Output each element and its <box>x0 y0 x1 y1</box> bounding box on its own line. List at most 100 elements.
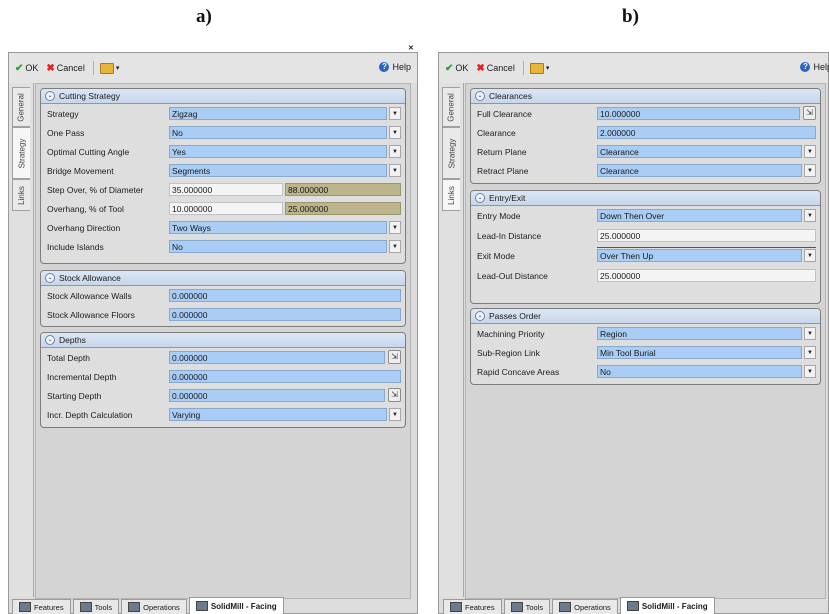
sub-region-link-select[interactable]: Min Tool Burial <box>597 346 802 359</box>
strategy-label: Strategy <box>47 109 79 119</box>
incr-depth-calc-select[interactable]: Varying <box>169 408 387 421</box>
ok-button[interactable]: ✔ OK <box>15 63 38 74</box>
tab-strategy[interactable]: Strategy <box>442 127 460 179</box>
include-islands-select[interactable]: No <box>169 240 387 253</box>
full-clearance-input[interactable]: 10.000000 <box>597 107 800 120</box>
incremental-depth-input[interactable]: 0.000000 <box>169 370 401 383</box>
chevron-down-icon[interactable]: ▼ <box>804 327 816 340</box>
full-clearance-label: Full Clearance <box>477 109 532 119</box>
incr-depth-calc-row: Incr. Depth Calculation Varying ▼ <box>41 405 405 424</box>
close-icon[interactable]: ✕ <box>408 44 414 52</box>
total-depth-input[interactable]: 0.000000 <box>169 351 385 364</box>
total-depth-row: Total Depth 0.000000 ⇲ <box>41 348 405 367</box>
folder-menu-button[interactable]: ▾ <box>99 62 119 74</box>
ok-button[interactable]: ✔ OK <box>445 63 468 74</box>
chevron-down-icon[interactable]: ▼ <box>389 145 401 158</box>
chevron-down-icon[interactable]: ▼ <box>804 346 816 359</box>
step-over-alt-input[interactable]: 88.000000 <box>285 183 401 196</box>
tab-solidmill-facing[interactable]: SolidMill - Facing <box>619 597 715 614</box>
group-header[interactable]: ⌄ Entry/Exit <box>471 191 820 206</box>
retract-plane-select[interactable]: Clearance <box>597 164 802 177</box>
group-header[interactable]: ⌄ Clearances <box>471 89 820 104</box>
bridge-movement-row: Bridge Movement Segments ▼ <box>41 161 405 180</box>
group-header[interactable]: ⌄ Stock Allowance <box>41 271 405 286</box>
chevron-down-icon[interactable]: ▼ <box>804 249 816 262</box>
overhang-direction-select[interactable]: Two Ways <box>169 221 387 234</box>
one-pass-select[interactable]: No <box>169 126 387 139</box>
exit-mode-row: Exit Mode Over Then Up ▼ <box>471 246 820 266</box>
chevron-down-icon[interactable]: ▼ <box>804 209 816 222</box>
folder-icon <box>529 62 544 74</box>
toolbar-separator <box>522 61 524 75</box>
cancel-button[interactable]: ✖ Cancel <box>476 63 514 74</box>
help-button[interactable]: ?Help <box>379 62 411 72</box>
panel-a: ✔ OK ✖ Cancel ▾ ? Help General Strategy Lin… <box>8 52 418 614</box>
return-plane-select[interactable]: Clearance <box>597 145 802 158</box>
chevron-down-icon[interactable]: ▼ <box>804 365 816 378</box>
chevron-down-icon[interactable]: ▼ <box>804 145 816 158</box>
machining-priority-label: Machining Priority <box>477 329 545 339</box>
tab-solidmill-facing[interactable]: SolidMill - Facing <box>188 597 284 614</box>
pick-icon[interactable]: ⇲ <box>803 106 816 120</box>
lead-out-input[interactable]: 25.000000 <box>597 269 816 282</box>
optimal-angle-select[interactable]: Yes <box>169 145 387 158</box>
cancel-button[interactable]: ✖ Cancel <box>46 63 84 74</box>
tab-strategy[interactable]: Strategy <box>12 127 30 179</box>
step-over-input[interactable]: 35.000000 <box>169 183 283 196</box>
machining-priority-row: Machining Priority Region ▼ <box>471 324 820 343</box>
rapid-concave-select[interactable]: No <box>597 365 802 378</box>
operations-icon <box>128 602 141 612</box>
starting-depth-label: Starting Depth <box>47 391 102 401</box>
clearance-input[interactable]: 2.000000 <box>597 126 816 139</box>
lead-in-input[interactable]: 25.000000 <box>597 229 816 242</box>
exit-mode-select[interactable]: Over Then Up <box>597 249 802 262</box>
strategy-select[interactable]: Zigzag <box>169 107 387 120</box>
chevron-down-icon[interactable]: ▼ <box>804 164 816 177</box>
optimal-angle-row: Optimal Cutting Angle Yes ▼ <box>41 142 405 161</box>
features-icon <box>19 602 31 612</box>
tab-general[interactable]: General <box>12 87 30 127</box>
folder-icon <box>99 62 114 74</box>
tab-tools[interactable]: Tools <box>72 599 120 614</box>
stock-floors-label: Stock Allowance Floors <box>47 310 135 320</box>
clearance-label: Clearance <box>477 128 516 138</box>
ok-label: OK <box>25 63 39 73</box>
bridge-movement-select[interactable]: Segments <box>169 164 387 177</box>
group-header[interactable]: ⌄ Depths <box>41 333 405 348</box>
chevron-down-icon[interactable]: ▼ <box>389 221 401 234</box>
pick-icon[interactable]: ⇲ <box>388 388 401 402</box>
chevron-down-icon[interactable]: ▼ <box>389 126 401 139</box>
chevron-down-icon[interactable]: ▼ <box>389 164 401 177</box>
caption-a: a) <box>196 6 212 27</box>
tab-operations[interactable]: Operations <box>552 599 618 614</box>
chevron-down-icon[interactable]: ▼ <box>389 240 401 253</box>
overhang-input[interactable]: 10.000000 <box>169 202 283 215</box>
folder-menu-button[interactable]: ▾ <box>529 62 549 74</box>
chevron-down-icon[interactable]: ▼ <box>389 408 401 421</box>
tab-features[interactable]: Features <box>12 599 71 614</box>
entry-mode-select[interactable]: Down Then Over <box>597 209 802 222</box>
help-button[interactable]: ?Help <box>800 62 829 72</box>
group-header[interactable]: ⌄ Passes Order <box>471 309 820 324</box>
tab-links[interactable]: Links <box>442 179 460 211</box>
incremental-depth-row: Incremental Depth 0.000000 <box>41 367 405 386</box>
depths-group: ⌄ Depths Total Depth 0.000000 ⇲ Incremental… <box>40 332 406 428</box>
stock-floors-input[interactable]: 0.000000 <box>169 308 401 321</box>
help-label: Help <box>392 62 411 72</box>
stock-walls-input[interactable]: 0.000000 <box>169 289 401 302</box>
tab-general[interactable]: General <box>442 87 460 127</box>
group-title: Stock Allowance <box>59 273 121 283</box>
group-header[interactable]: ⌄ Cutting Strategy <box>41 89 405 104</box>
tab-features[interactable]: Features <box>443 599 502 614</box>
pick-icon[interactable]: ⇲ <box>388 350 401 364</box>
tab-links[interactable]: Links <box>12 179 30 211</box>
starting-depth-input[interactable]: 0.000000 <box>169 389 385 402</box>
help-label: Help <box>813 62 829 72</box>
machining-priority-select[interactable]: Region <box>597 327 802 340</box>
chevron-down-icon[interactable]: ▼ <box>389 107 401 120</box>
tab-tools[interactable]: Tools <box>503 599 551 614</box>
retract-plane-row: Retract Plane Clearance ▼ <box>471 161 820 180</box>
tab-strategy-label: Strategy <box>17 138 27 168</box>
overhang-alt-input[interactable]: 25.000000 <box>285 202 401 215</box>
tab-operations[interactable]: Operations <box>121 599 187 614</box>
